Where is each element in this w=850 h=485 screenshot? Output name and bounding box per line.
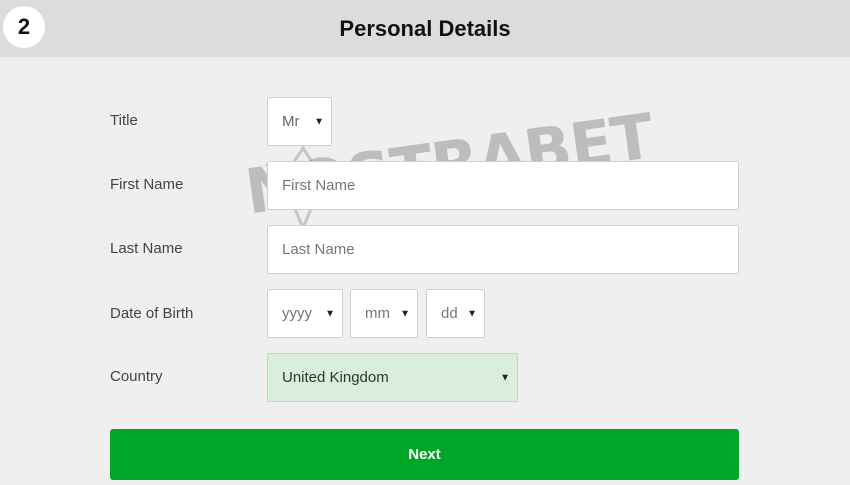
title-select[interactable]: Mr ▼ xyxy=(267,97,332,146)
country-select[interactable]: United Kingdom ▼ xyxy=(267,353,518,402)
title-label: Title xyxy=(110,112,138,129)
dob-month-select[interactable]: mm ▼ xyxy=(350,289,418,338)
last-name-input[interactable]: Last Name xyxy=(267,225,739,274)
page-title: Personal Details xyxy=(339,15,511,41)
dob-year-value: yyyy xyxy=(282,305,312,322)
caret-down-icon: ▼ xyxy=(500,372,510,383)
caret-down-icon: ▼ xyxy=(400,308,410,319)
country-selected-value: United Kingdom xyxy=(282,369,389,386)
dob-year-select[interactable]: yyyy ▼ xyxy=(267,289,343,338)
caret-down-icon: ▼ xyxy=(314,116,324,127)
page-header: 2 Personal Details xyxy=(0,0,850,57)
last-name-label: Last Name xyxy=(110,240,183,257)
next-button[interactable]: Next xyxy=(110,429,739,480)
first-name-placeholder: First Name xyxy=(282,177,356,194)
first-name-input[interactable]: First Name xyxy=(267,161,739,210)
date-of-birth-label: Date of Birth xyxy=(110,305,194,322)
last-name-placeholder: Last Name xyxy=(282,241,355,258)
caret-down-icon: ▼ xyxy=(467,308,477,319)
title-selected-value: Mr xyxy=(282,113,300,130)
dob-month-value: mm xyxy=(365,305,390,322)
caret-down-icon: ▼ xyxy=(325,308,335,319)
first-name-label: First Name xyxy=(110,176,184,193)
dob-day-value: dd xyxy=(441,305,458,322)
dob-day-select[interactable]: dd ▼ xyxy=(426,289,485,338)
country-label: Country xyxy=(110,368,163,385)
